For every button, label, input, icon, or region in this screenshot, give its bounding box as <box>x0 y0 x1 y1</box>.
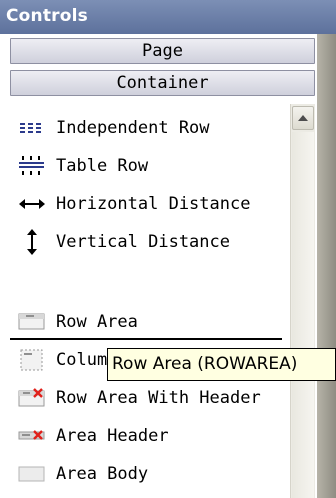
list-item-label: Table Row <box>56 156 149 176</box>
list-item-label: Horizontal Distance <box>56 194 251 214</box>
section-button-page[interactable]: Page <box>10 38 315 64</box>
controls-list: Independent Row Table Row Horizontal Dis… <box>10 104 315 498</box>
tooltip: Row Area (ROWAREA) <box>107 348 336 381</box>
list-item-independent-row[interactable]: Independent Row <box>10 110 290 146</box>
scroll-thumb[interactable] <box>292 132 314 498</box>
list-item-label: Column Area <box>56 350 110 370</box>
panel-right-border <box>317 34 336 498</box>
row-area-icon <box>16 307 48 337</box>
list-item-table-row[interactable]: Table Row <box>10 148 290 184</box>
independent-row-icon <box>16 113 48 143</box>
list-item-vertical-distance[interactable]: Vertical Distance <box>10 224 290 260</box>
horizontal-arrow-icon <box>16 189 48 219</box>
area-header-icon <box>16 421 48 451</box>
list-item-column-area[interactable]: Column Area <box>10 342 110 378</box>
list-item-label: Row Area <box>56 312 138 332</box>
area-body-icon <box>16 459 48 489</box>
list-item-area-header[interactable]: Area Header <box>10 418 290 454</box>
list-item-horizontal-distance[interactable]: Horizontal Distance <box>10 186 290 222</box>
section-button-container[interactable]: Container <box>10 70 315 96</box>
list-item-row-area[interactable]: Row Area <box>10 304 290 340</box>
row-area-header-icon <box>16 383 48 413</box>
list-item-label: Independent Row <box>56 118 210 138</box>
chevron-up-icon <box>298 115 308 121</box>
drop-indicator-line <box>10 338 282 340</box>
scroll-up-button[interactable] <box>292 106 314 130</box>
list-item-label: Area Body <box>56 464 149 484</box>
list-item-label: Area Header <box>56 426 169 446</box>
panel-title: Controls <box>0 0 336 34</box>
column-area-icon <box>16 345 48 375</box>
list-item-area-body[interactable]: Area Body <box>10 456 290 492</box>
vertical-arrow-icon <box>16 227 48 257</box>
list-item-label: Vertical Distance <box>56 232 230 252</box>
vertical-scrollbar[interactable] <box>290 104 315 498</box>
list-item-label: Row Area With Header <box>56 388 261 408</box>
table-row-icon <box>16 151 48 181</box>
list-item-row-area-with-header[interactable]: Row Area With Header <box>10 380 290 416</box>
